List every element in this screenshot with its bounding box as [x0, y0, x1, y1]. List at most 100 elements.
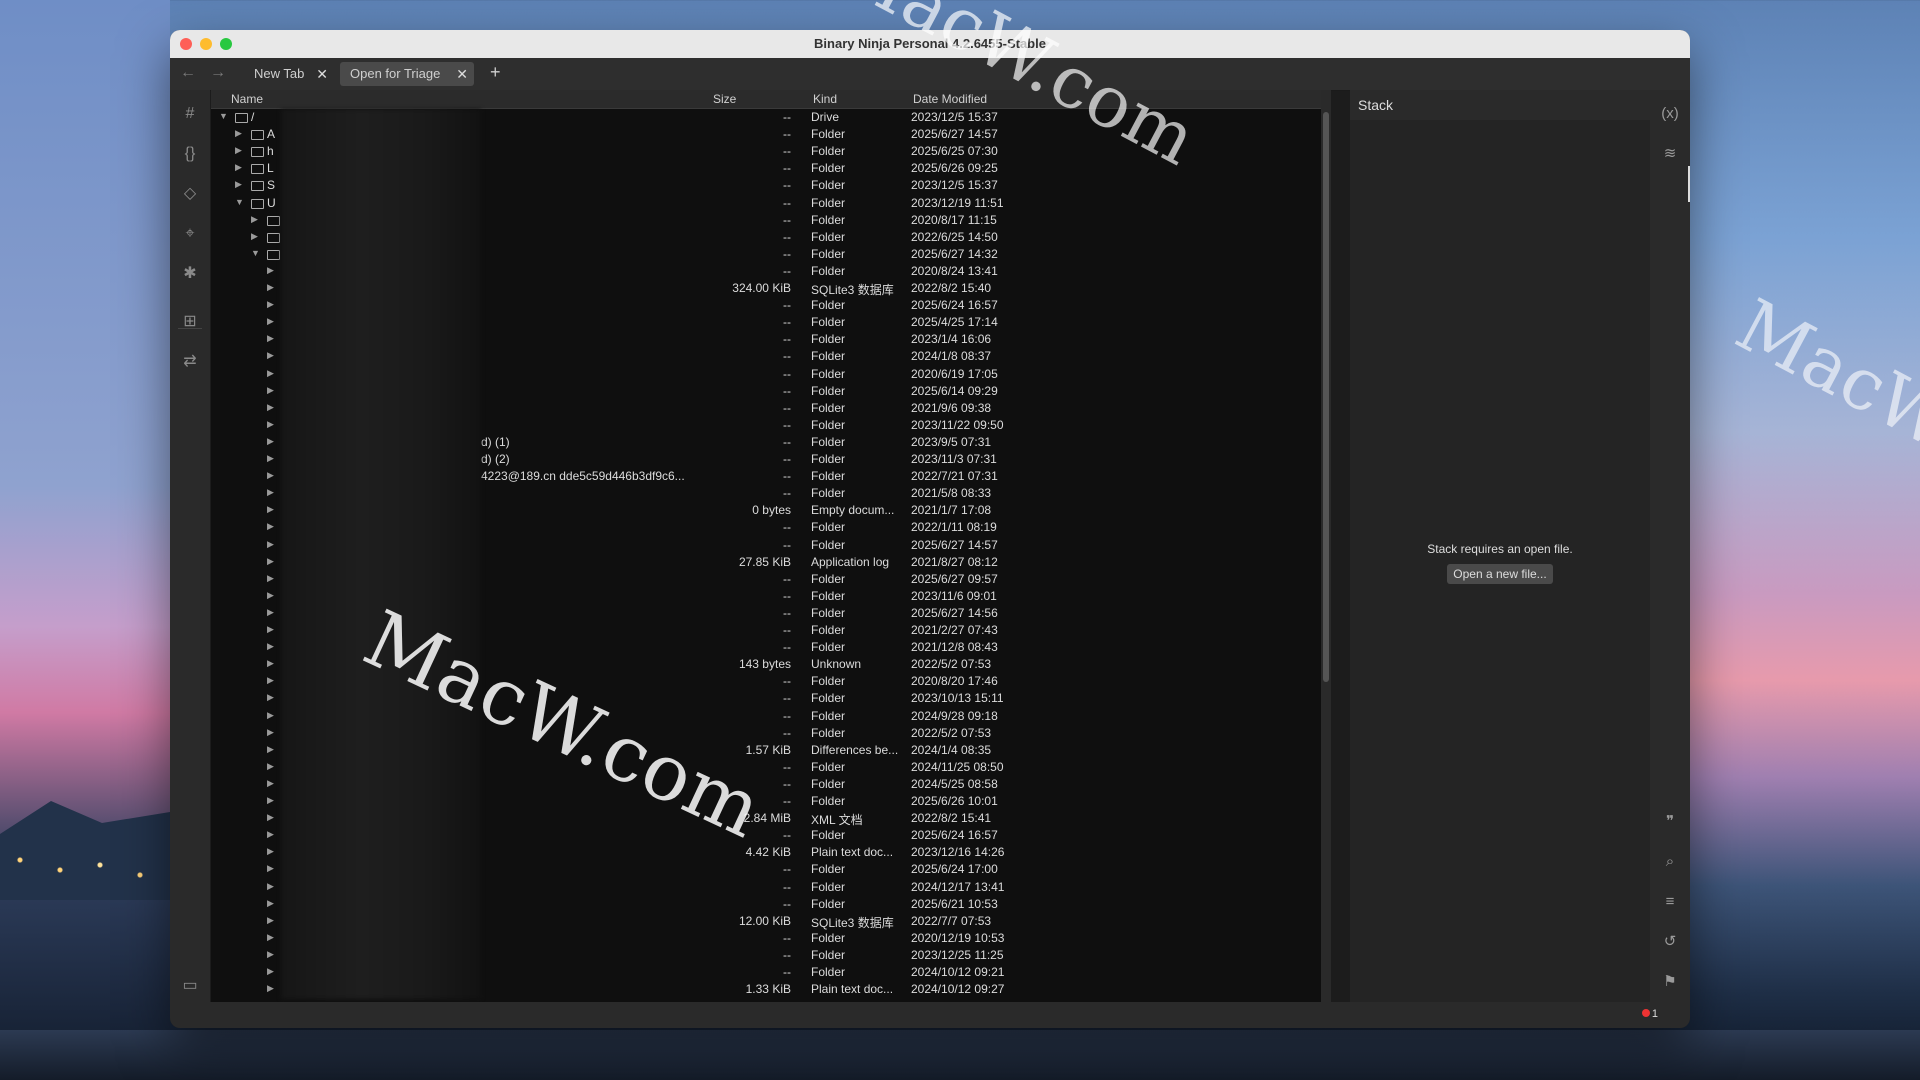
row-size: --	[783, 110, 791, 124]
chevron-right-icon[interactable]: ▶	[267, 812, 274, 823]
row-kind: Differences be...	[811, 742, 899, 757]
row-size: --	[783, 605, 791, 620]
scrollbar[interactable]	[1321, 90, 1331, 1002]
row-date: 2025/6/27 14:57	[911, 127, 998, 142]
add-tab-icon[interactable]: +	[490, 62, 501, 83]
chevron-right-icon[interactable]: ▶	[267, 419, 274, 430]
chevron-down-icon[interactable]: ▼	[219, 111, 228, 121]
layers-icon[interactable]: ≋	[1660, 144, 1680, 164]
chevron-right-icon[interactable]: ▶	[267, 607, 274, 618]
chevron-right-icon[interactable]: ▶	[267, 983, 274, 994]
error-indicator[interactable]: 1	[1641, 1008, 1658, 1020]
chevron-right-icon[interactable]: ▶	[267, 282, 274, 293]
quote-icon[interactable]: ❞	[1660, 812, 1680, 832]
chevron-right-icon[interactable]: ▶	[267, 829, 274, 840]
chevron-right-icon[interactable]: ▶	[267, 299, 274, 310]
chevron-right-icon[interactable]: ▶	[267, 795, 274, 806]
close-tab-icon[interactable]: ✕	[456, 62, 468, 86]
chevron-right-icon[interactable]: ▶	[267, 778, 274, 789]
location-pin-icon[interactable]: ⌖	[180, 224, 200, 244]
compare-icon[interactable]: ⇄	[180, 352, 200, 372]
chevron-right-icon[interactable]: ▶	[267, 470, 274, 481]
terminal-icon[interactable]: ▭	[180, 976, 200, 996]
variable-icon[interactable]: (x)	[1660, 104, 1680, 124]
chevron-right-icon[interactable]: ▶	[267, 761, 274, 772]
row-size: --	[783, 930, 791, 945]
row-date: 2023/12/25 11:25	[911, 947, 1004, 962]
chevron-right-icon[interactable]: ▶	[267, 504, 274, 515]
window-close-button[interactable]	[180, 38, 192, 50]
back-arrow-icon[interactable]: ←	[180, 64, 196, 82]
row-date: 2024/1/4 08:35	[911, 742, 992, 757]
chevron-right-icon[interactable]: ▶	[267, 846, 274, 857]
chevron-right-icon[interactable]: ▶	[267, 881, 274, 892]
chevron-right-icon[interactable]: ▶	[267, 710, 274, 721]
chevron-right-icon[interactable]: ▶	[235, 145, 242, 156]
search-icon[interactable]: ⌕	[1660, 852, 1680, 872]
chevron-right-icon[interactable]: ▶	[267, 915, 274, 926]
row-size: --	[783, 366, 791, 381]
column-size[interactable]: Size	[713, 92, 736, 106]
chevron-right-icon[interactable]: ▶	[267, 624, 274, 635]
window-minimize-button[interactable]	[200, 38, 212, 50]
chevron-down-icon[interactable]: ▼	[235, 197, 244, 207]
history-icon[interactable]: ↺	[1660, 932, 1680, 952]
flag-icon[interactable]: ⚑	[1660, 972, 1680, 992]
wallpaper-shore	[0, 1030, 1920, 1080]
braces-icon[interactable]: {}	[180, 144, 200, 164]
chevron-right-icon[interactable]: ▶	[267, 539, 274, 550]
row-date: 2025/6/27 14:56	[911, 605, 998, 620]
chevron-right-icon[interactable]: ▶	[267, 744, 274, 755]
chevron-right-icon[interactable]: ▶	[235, 162, 242, 173]
chevron-right-icon[interactable]: ▶	[267, 402, 274, 413]
chevron-right-icon[interactable]: ▶	[267, 863, 274, 874]
chevron-right-icon[interactable]: ▶	[267, 333, 274, 344]
chevron-right-icon[interactable]: ▶	[235, 128, 242, 139]
tab-open-for-triage[interactable]: Open for Triage ✕	[340, 62, 474, 86]
chevron-right-icon[interactable]: ▶	[267, 556, 274, 567]
hash-icon[interactable]: #	[180, 104, 200, 124]
column-date-modified[interactable]: Date Modified	[913, 92, 987, 106]
column-kind[interactable]: Kind	[813, 92, 837, 106]
chevron-right-icon[interactable]: ▶	[251, 231, 258, 242]
chevron-right-icon[interactable]: ▶	[267, 350, 274, 361]
chevron-right-icon[interactable]: ▶	[267, 590, 274, 601]
column-name[interactable]: Name	[231, 92, 263, 106]
chevron-right-icon[interactable]: ▶	[267, 316, 274, 327]
chevron-right-icon[interactable]: ▶	[267, 898, 274, 909]
tab-new-tab[interactable]: New Tab ✕	[244, 62, 334, 86]
chevron-right-icon[interactable]: ▶	[267, 932, 274, 943]
bug-icon[interactable]: ✱	[180, 264, 200, 284]
chevron-right-icon[interactable]: ▶	[251, 214, 258, 225]
window-maximize-button[interactable]	[220, 38, 232, 50]
chevron-right-icon[interactable]: ▶	[267, 675, 274, 686]
chevron-right-icon[interactable]: ▶	[267, 265, 274, 276]
folder-icon	[251, 164, 264, 175]
hierarchy-icon[interactable]: ⊞	[180, 312, 200, 332]
close-tab-icon[interactable]: ✕	[316, 62, 328, 86]
chevron-right-icon[interactable]: ▶	[267, 368, 274, 379]
chevron-down-icon[interactable]: ▼	[251, 248, 260, 258]
row-kind: Folder	[811, 640, 846, 655]
chevron-right-icon[interactable]: ▶	[267, 966, 274, 977]
forward-arrow-icon[interactable]: →	[210, 64, 226, 82]
open-new-file-button[interactable]: Open a new file...	[1447, 564, 1553, 584]
chevron-right-icon[interactable]: ▶	[267, 487, 274, 498]
chevron-right-icon[interactable]: ▶	[267, 521, 274, 532]
chevron-right-icon[interactable]: ▶	[267, 692, 274, 703]
scrollbar-thumb[interactable]	[1323, 112, 1329, 682]
chevron-right-icon[interactable]: ▶	[267, 385, 274, 396]
row-date: 2021/9/6 09:38	[911, 400, 992, 415]
row-size: --	[783, 127, 791, 142]
chevron-right-icon[interactable]: ▶	[267, 727, 274, 738]
chevron-right-icon[interactable]: ▶	[267, 436, 274, 447]
chevron-right-icon[interactable]: ▶	[267, 949, 274, 960]
row-size: 12.00 KiB	[738, 913, 791, 928]
chevron-right-icon[interactable]: ▶	[235, 179, 242, 190]
tag-icon[interactable]: ◇	[180, 184, 200, 204]
chevron-right-icon[interactable]: ▶	[267, 641, 274, 652]
chevron-right-icon[interactable]: ▶	[267, 658, 274, 669]
chevron-right-icon[interactable]: ▶	[267, 453, 274, 464]
text-lines-icon[interactable]: ≡	[1660, 892, 1680, 912]
chevron-right-icon[interactable]: ▶	[267, 573, 274, 584]
